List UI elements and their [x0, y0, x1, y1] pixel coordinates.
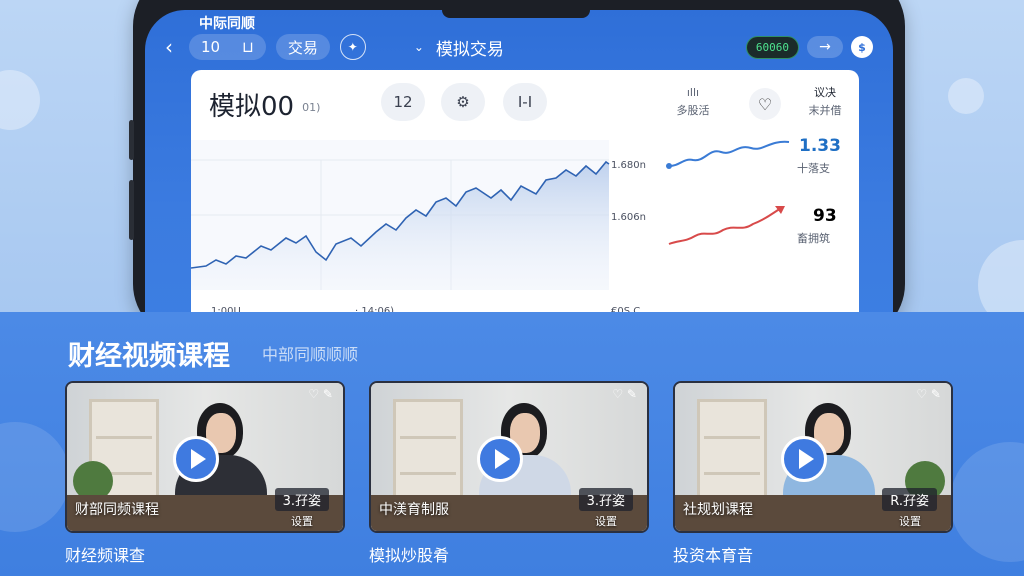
- y-axis-label-top: 1.680n: [611, 160, 646, 171]
- y-axis-label-mid: 1.606n: [611, 212, 646, 223]
- play-button-icon[interactable]: [477, 436, 523, 482]
- phone-screen: 中际同顺 ‹ 10 ⊔ 交易 ✦ ⌄ 模拟交易 60060 → $ 模拟00 0…: [145, 10, 893, 340]
- trade-label: 交易: [287, 38, 318, 57]
- chip-settings[interactable]: ⚙: [441, 83, 485, 121]
- phone-mockup: 中际同顺 ‹ 10 ⊔ 交易 ✦ ⌄ 模拟交易 60060 → $ 模拟00 0…: [129, 0, 905, 340]
- quote-card: 模拟00 01) 12 ⚙ I-I 1.680n 1.606n ıllı 多股活…: [191, 70, 859, 330]
- tab-value-pill[interactable]: 10 ⊔: [189, 34, 266, 60]
- mode-label: 模拟交易: [435, 39, 504, 60]
- chip-period[interactable]: 12: [381, 83, 425, 121]
- play-button-icon[interactable]: [781, 436, 827, 482]
- sparkline-red: [668, 206, 785, 245]
- video-label-1[interactable]: 财经频课查: [65, 542, 145, 566]
- video-card-2[interactable]: ♡ ✎ 中渼育制服 3.孖姿 设置: [369, 381, 649, 533]
- video-tag-sub: 设置: [899, 515, 921, 528]
- metric-value-2: 93: [813, 206, 837, 226]
- app-name: 中际同顺: [199, 16, 255, 32]
- video-tag-sub: 设置: [291, 515, 313, 528]
- metric-header-right-top: 议决: [814, 86, 836, 99]
- video-caption: 中渼育制服: [379, 502, 449, 518]
- course-panel: 财经视频课程 中部同顺顺顺 ♡ ✎ 财部同频课程 3.孖姿 设置 财经频课查 ♡…: [0, 312, 1024, 576]
- tab-value: 10: [201, 38, 221, 56]
- course-section-subtitle: 中部同顺顺顺: [262, 345, 359, 364]
- mode-dropdown[interactable]: ⌄ 模拟交易: [414, 35, 504, 60]
- video-label-2[interactable]: 模拟炒股肴: [369, 542, 449, 566]
- video-card-3[interactable]: ♡ ✎ 社规划课程 R.孖姿 设置: [673, 381, 953, 533]
- play-button-icon[interactable]: [173, 436, 219, 482]
- phone-notch: [442, 10, 590, 18]
- favorite-share-icons[interactable]: ♡ ✎: [916, 387, 941, 401]
- metric-header-right: 末并借: [808, 104, 842, 117]
- top-nav-bar: ‹ 10 ⊔ 交易 ✦ ⌄ 模拟交易 60060 → $: [165, 32, 873, 62]
- forward-arrow-icon[interactable]: →: [807, 36, 843, 58]
- quote-title: 模拟00 01): [209, 92, 321, 122]
- favorite-share-icons[interactable]: ♡ ✎: [308, 387, 333, 401]
- video-tag: R.孖姿: [882, 488, 937, 511]
- currency-icon[interactable]: $: [851, 36, 873, 58]
- indicator-bars-icon: ıllı: [686, 86, 700, 99]
- video-caption: 财部同频课程: [75, 502, 159, 518]
- video-tag: 3.孖姿: [274, 488, 329, 511]
- metric-label-1: 十落支: [797, 162, 830, 175]
- settings-icon[interactable]: ✦: [339, 34, 366, 60]
- chevron-down-icon: ⌄: [413, 40, 424, 54]
- heart-icon[interactable]: ♡: [749, 88, 781, 120]
- video-label-3[interactable]: 投资本育音: [673, 542, 753, 566]
- metric-header-left: 多股活: [676, 104, 710, 117]
- trade-button[interactable]: 交易: [275, 34, 330, 60]
- video-tag-sub: 设置: [595, 515, 617, 528]
- price-line-chart: [191, 140, 610, 290]
- chart-bars-icon: ⊔: [242, 38, 254, 56]
- bg-bubble: [0, 70, 40, 130]
- metric-value-1: 1.33: [799, 136, 841, 156]
- metrics-column: ıllı 多股活 ♡ 议决 末并借 1.33 十落支 93 畜拥筑 69: [665, 70, 859, 330]
- course-section-title: 财经视频课程: [68, 341, 230, 372]
- video-tag: 3.孖姿: [578, 488, 633, 511]
- sparkline-blue: [666, 140, 790, 169]
- metric-label-2: 畜拥筑: [797, 232, 830, 245]
- bg-bubble: [948, 78, 984, 114]
- video-caption: 社规划课程: [683, 502, 753, 518]
- quote-title-sub: 01): [302, 101, 321, 114]
- back-chevron-icon[interactable]: ‹: [165, 35, 189, 59]
- chip-compare[interactable]: I-I: [503, 83, 547, 121]
- balance-badge[interactable]: 60060: [745, 35, 799, 59]
- video-card-1[interactable]: ♡ ✎ 财部同频课程 3.孖姿 设置: [65, 381, 345, 533]
- favorite-share-icons[interactable]: ♡ ✎: [612, 387, 637, 401]
